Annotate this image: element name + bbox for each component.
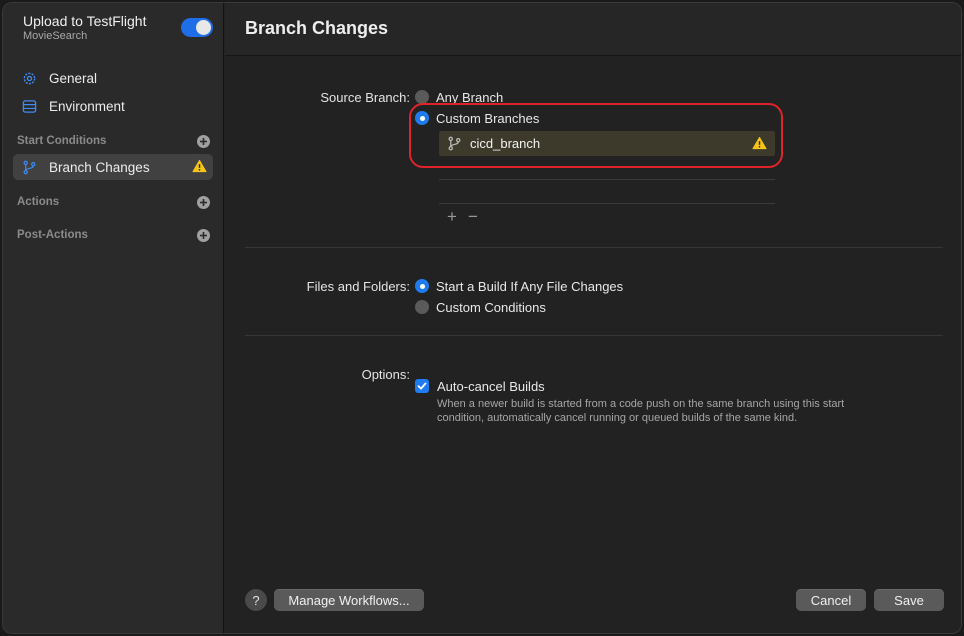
- radio-any-file-changes[interactable]: Start a Build If Any File Changes: [415, 277, 623, 295]
- branch-icon: [21, 159, 37, 175]
- section-label: Start Conditions: [17, 135, 107, 147]
- section-label: Post-Actions: [17, 229, 88, 241]
- workflow-enabled-toggle[interactable]: [181, 18, 213, 37]
- sidebar-item-label: General: [49, 70, 98, 86]
- source-branch-label: Source Branch:: [320, 90, 410, 105]
- radio-label: Custom Branches: [436, 110, 540, 126]
- branch-list-row[interactable]: cicd_branch: [439, 131, 775, 156]
- remove-branch-button[interactable]: −: [468, 208, 478, 226]
- section-actions: Actions: [17, 193, 213, 211]
- workflow-title: Upload to TestFlight: [23, 13, 147, 29]
- section-divider: [245, 247, 943, 248]
- sidebar: Upload to TestFlight MovieSearch General…: [3, 3, 224, 633]
- add-start-condition-button[interactable]: [197, 135, 210, 148]
- help-button[interactable]: ?: [245, 589, 267, 611]
- radio-custom-conditions[interactable]: Custom Conditions: [415, 298, 546, 316]
- warning-icon: [192, 159, 207, 178]
- toggle-knob: [196, 20, 211, 35]
- branch-name: cicd_branch: [470, 136, 541, 151]
- workflow-subtitle: MovieSearch: [23, 30, 88, 42]
- radio-label: Custom Conditions: [436, 299, 546, 315]
- branch-list-separator: [439, 203, 775, 204]
- header: Branch Changes: [225, 3, 961, 56]
- radio-button[interactable]: [415, 279, 429, 293]
- auto-cancel-checkbox[interactable]: [415, 379, 429, 393]
- section-post-actions: Post-Actions: [17, 226, 213, 244]
- radio-label: Start a Build If Any File Changes: [436, 278, 624, 294]
- auto-cancel-description-line-2: condition, automatically cancel running …: [437, 412, 798, 424]
- sidebar-item-branch-changes[interactable]: Branch Changes: [13, 154, 213, 180]
- section-start-conditions: Start Conditions: [17, 132, 213, 150]
- cancel-button[interactable]: Cancel: [796, 589, 866, 611]
- checkmark-icon: [417, 382, 427, 390]
- main-panel: Branch Changes Source Branch: Any Branch…: [225, 3, 961, 633]
- sidebar-item-environment[interactable]: Environment: [13, 93, 213, 119]
- save-button[interactable]: Save: [874, 589, 944, 611]
- add-action-button[interactable]: [197, 196, 210, 209]
- add-branch-button[interactable]: +: [447, 208, 457, 226]
- section-label: Actions: [17, 196, 60, 208]
- auto-cancel-description-line-1: When a newer build is started from a cod…: [437, 398, 845, 410]
- radio-button[interactable]: [415, 90, 429, 104]
- radio-any-branch[interactable]: Any Branch: [415, 88, 503, 106]
- window-icon: [21, 98, 37, 114]
- radio-button[interactable]: [415, 300, 429, 314]
- add-post-action-button[interactable]: [197, 229, 210, 242]
- auto-cancel-label: Auto-cancel Builds: [437, 379, 545, 394]
- gear-icon: [21, 70, 37, 86]
- workflow-editor-window: Upload to TestFlight MovieSearch General…: [2, 2, 962, 634]
- radio-label: Any Branch: [436, 89, 504, 105]
- warning-icon: [752, 136, 767, 155]
- sidebar-item-general[interactable]: General: [13, 65, 213, 91]
- page-title: Branch Changes: [245, 18, 389, 38]
- options-label: Options:: [361, 367, 410, 382]
- branch-list-separator: [439, 179, 775, 180]
- manage-workflows-button[interactable]: Manage Workflows...: [274, 589, 424, 611]
- branch-icon: [447, 136, 462, 151]
- radio-custom-branches[interactable]: Custom Branches: [415, 109, 539, 127]
- section-divider: [245, 335, 943, 336]
- radio-button[interactable]: [415, 111, 429, 125]
- files-and-folders-label: Files and Folders:: [306, 279, 410, 294]
- sidebar-item-label: Environment: [49, 98, 125, 114]
- sidebar-item-label: Branch Changes: [49, 159, 150, 175]
